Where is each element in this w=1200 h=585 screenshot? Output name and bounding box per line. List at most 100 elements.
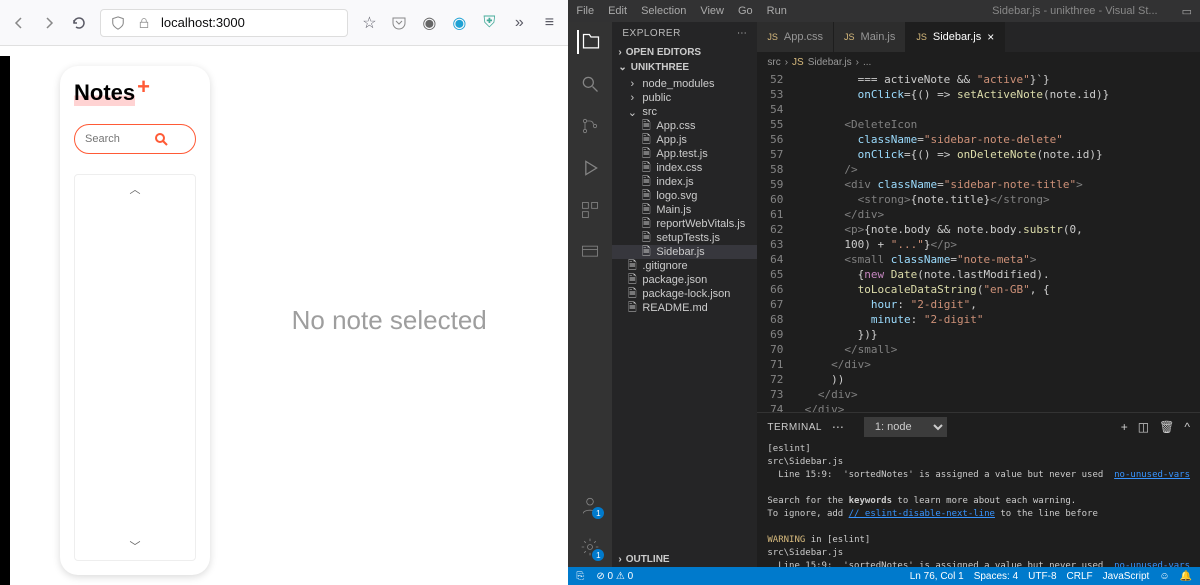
terminal-tab[interactable]: TERMINAL [767, 422, 822, 433]
more-icon[interactable]: ⋯ [737, 28, 748, 39]
add-note-button[interactable]: + [137, 80, 150, 94]
code-content[interactable]: === activeNote && "active"}`} onClick={(… [791, 72, 1160, 412]
notes-heading: Notes + [74, 80, 196, 106]
explorer-header: EXPLORER ⋯ [612, 22, 757, 45]
sb-enc[interactable]: UTF-8 [1028, 571, 1056, 582]
activity-bar: 1 1 [568, 22, 612, 567]
shield-icon [109, 14, 127, 32]
lock-icon [135, 14, 153, 32]
extensions-tab-icon[interactable] [578, 198, 602, 222]
open-editors-section[interactable]: ›OPEN EDITORS [612, 45, 757, 60]
pocket-icon[interactable] [390, 14, 408, 32]
editor-tabs: JSApp.cssJSMain.jsJSSidebar.js× [757, 22, 1200, 52]
search-tab-icon[interactable] [578, 72, 602, 96]
tree-item[interactable]: 🗎App.js [612, 133, 757, 147]
minimap[interactable] [1160, 72, 1200, 412]
terminal-select[interactable]: 1: node [864, 417, 947, 437]
notes-title-text: Notes [74, 80, 135, 106]
url-text: localhost:3000 [161, 15, 245, 30]
sb-ln[interactable]: Ln 76, Col 1 [910, 571, 964, 582]
search-box[interactable] [74, 124, 196, 154]
forward-button[interactable] [40, 14, 58, 32]
terminal-panel: TERMINAL ⋯ 1: node + ◫ 🗑 ^ [eslint] src\… [757, 412, 1200, 567]
terminal-header: TERMINAL ⋯ 1: node + ◫ 🗑 ^ [757, 413, 1200, 441]
notes-app: Notes + ︿ ﹀ No note selected [10, 56, 568, 585]
file-tree: ›node_modules›public⌄src🗎App.css🗎App.js🗎… [612, 75, 757, 317]
tree-item[interactable]: ›node_modules [612, 77, 757, 91]
back-button[interactable] [10, 14, 28, 32]
sb-feedback-icon[interactable]: ☺ [1159, 571, 1169, 582]
reload-button[interactable] [70, 14, 88, 32]
bookmark-icon[interactable]: ☆ [360, 14, 378, 32]
menu-run[interactable]: Run [767, 5, 787, 17]
firefox-browser: localhost:3000 ☆ ◉ ◉ ⛨ » ≡ Notes + ︿ [0, 0, 568, 585]
editor-tab[interactable]: JSMain.js [834, 22, 906, 52]
menu-view[interactable]: View [700, 5, 724, 17]
tree-item[interactable]: 🗎setupTests.js [612, 231, 757, 245]
tree-item[interactable]: 🗎index.css [612, 161, 757, 175]
browser-viewport: Notes + ︿ ﹀ No note selected [0, 46, 568, 585]
terminal-new-icon[interactable]: + [1121, 420, 1128, 434]
line-gutter: 52 53 54 55 56 57 58 59 60 61 62 63 64 6… [757, 72, 791, 412]
notes-sidebar: Notes + ︿ ﹀ [60, 66, 210, 575]
tree-item[interactable]: 🗎index.js [612, 175, 757, 189]
tree-item[interactable]: 🗎reportWebVitals.js [612, 217, 757, 231]
menu-selection[interactable]: Selection [641, 5, 686, 17]
terminal-more-icon[interactable]: ⋯ [832, 420, 844, 434]
breadcrumb[interactable]: src› JSSidebar.js› ... [757, 52, 1200, 72]
explorer-panel: EXPLORER ⋯ ›OPEN EDITORS ⌄UNIKTHREE ›nod… [612, 22, 757, 567]
no-note-message: No note selected [210, 66, 568, 575]
search-icon [153, 131, 169, 147]
browser-toolbar: localhost:3000 ☆ ◉ ◉ ⛨ » ≡ [0, 0, 568, 46]
ext3-icon[interactable]: ⛨ [480, 14, 498, 32]
git-tab-icon[interactable] [578, 114, 602, 138]
code-editor[interactable]: 52 53 54 55 56 57 58 59 60 61 62 63 64 6… [757, 72, 1200, 412]
vscode-window: File Edit Selection View Go Run Sidebar.… [568, 0, 1200, 585]
notes-list[interactable]: ︿ ﹀ [74, 174, 196, 561]
overflow-icon[interactable]: » [510, 14, 528, 32]
menubar: File Edit Selection View Go Run Sidebar.… [568, 0, 1200, 22]
tree-item[interactable]: ⌄src [612, 105, 757, 119]
sb-bell-icon[interactable]: 🔔 [1180, 571, 1192, 582]
settings-icon[interactable]: 1 [578, 535, 602, 559]
tree-item[interactable]: 🗎App.css [612, 119, 757, 133]
debug-tab-icon[interactable] [578, 156, 602, 180]
sb-branch[interactable]: ⊘ 0 ⚠ 0 [596, 571, 633, 582]
ext2-icon[interactable]: ◉ [450, 14, 468, 32]
scroll-up-icon[interactable]: ︿ [130, 181, 141, 197]
statusbar: ⎘ ⊘ 0 ⚠ 0 Ln 76, Col 1 Spaces: 4 UTF-8 C… [568, 567, 1200, 585]
scroll-down-icon[interactable]: ﹀ [130, 538, 141, 554]
menu-edit[interactable]: Edit [608, 5, 627, 17]
project-section[interactable]: ⌄UNIKTHREE [612, 60, 757, 75]
editor-tab[interactable]: JSApp.css [757, 22, 834, 52]
menu-go[interactable]: Go [738, 5, 753, 17]
terminal-maximize-icon[interactable]: ^ [1184, 420, 1190, 434]
explorer-tab-icon[interactable] [577, 30, 601, 54]
sb-lang[interactable]: JavaScript [1103, 571, 1150, 582]
menu-file[interactable]: File [576, 5, 594, 17]
terminal-output[interactable]: [eslint] src\Sidebar.js Line 15:9: 'sort… [757, 441, 1200, 567]
editor-tab[interactable]: JSSidebar.js× [906, 22, 1005, 52]
search-input[interactable] [85, 133, 145, 145]
tree-item[interactable]: 🗎App.test.js [612, 147, 757, 161]
terminal-kill-icon[interactable]: 🗑 [1159, 420, 1174, 434]
tree-item[interactable]: 🗎logo.svg [612, 189, 757, 203]
sb-spaces[interactable]: Spaces: 4 [974, 571, 1018, 582]
tree-item[interactable]: 🗎Main.js [612, 203, 757, 217]
remote-tab-icon[interactable] [578, 240, 602, 264]
url-bar[interactable]: localhost:3000 [100, 9, 348, 37]
window-title: Sidebar.js - unikthree - Visual St... [992, 5, 1158, 17]
close-icon[interactable]: × [987, 30, 994, 44]
tree-item[interactable]: 🗎README.md [612, 301, 757, 315]
account-icon[interactable]: 1 [578, 493, 602, 517]
tree-item[interactable]: ›public [612, 91, 757, 105]
outline-section[interactable]: ›OUTLINE [612, 552, 757, 567]
sb-eol[interactable]: CRLF [1067, 571, 1093, 582]
ext1-icon[interactable]: ◉ [420, 14, 438, 32]
editor-area: JSApp.cssJSMain.jsJSSidebar.js× src› JSS… [757, 22, 1200, 567]
explorer-title: EXPLORER [622, 28, 680, 39]
layout-icon[interactable]: ▭ [1182, 5, 1192, 18]
menu-icon[interactable]: ≡ [540, 14, 558, 32]
remote-indicator[interactable]: ⎘ [576, 571, 584, 582]
terminal-split-icon[interactable]: ◫ [1138, 420, 1149, 434]
